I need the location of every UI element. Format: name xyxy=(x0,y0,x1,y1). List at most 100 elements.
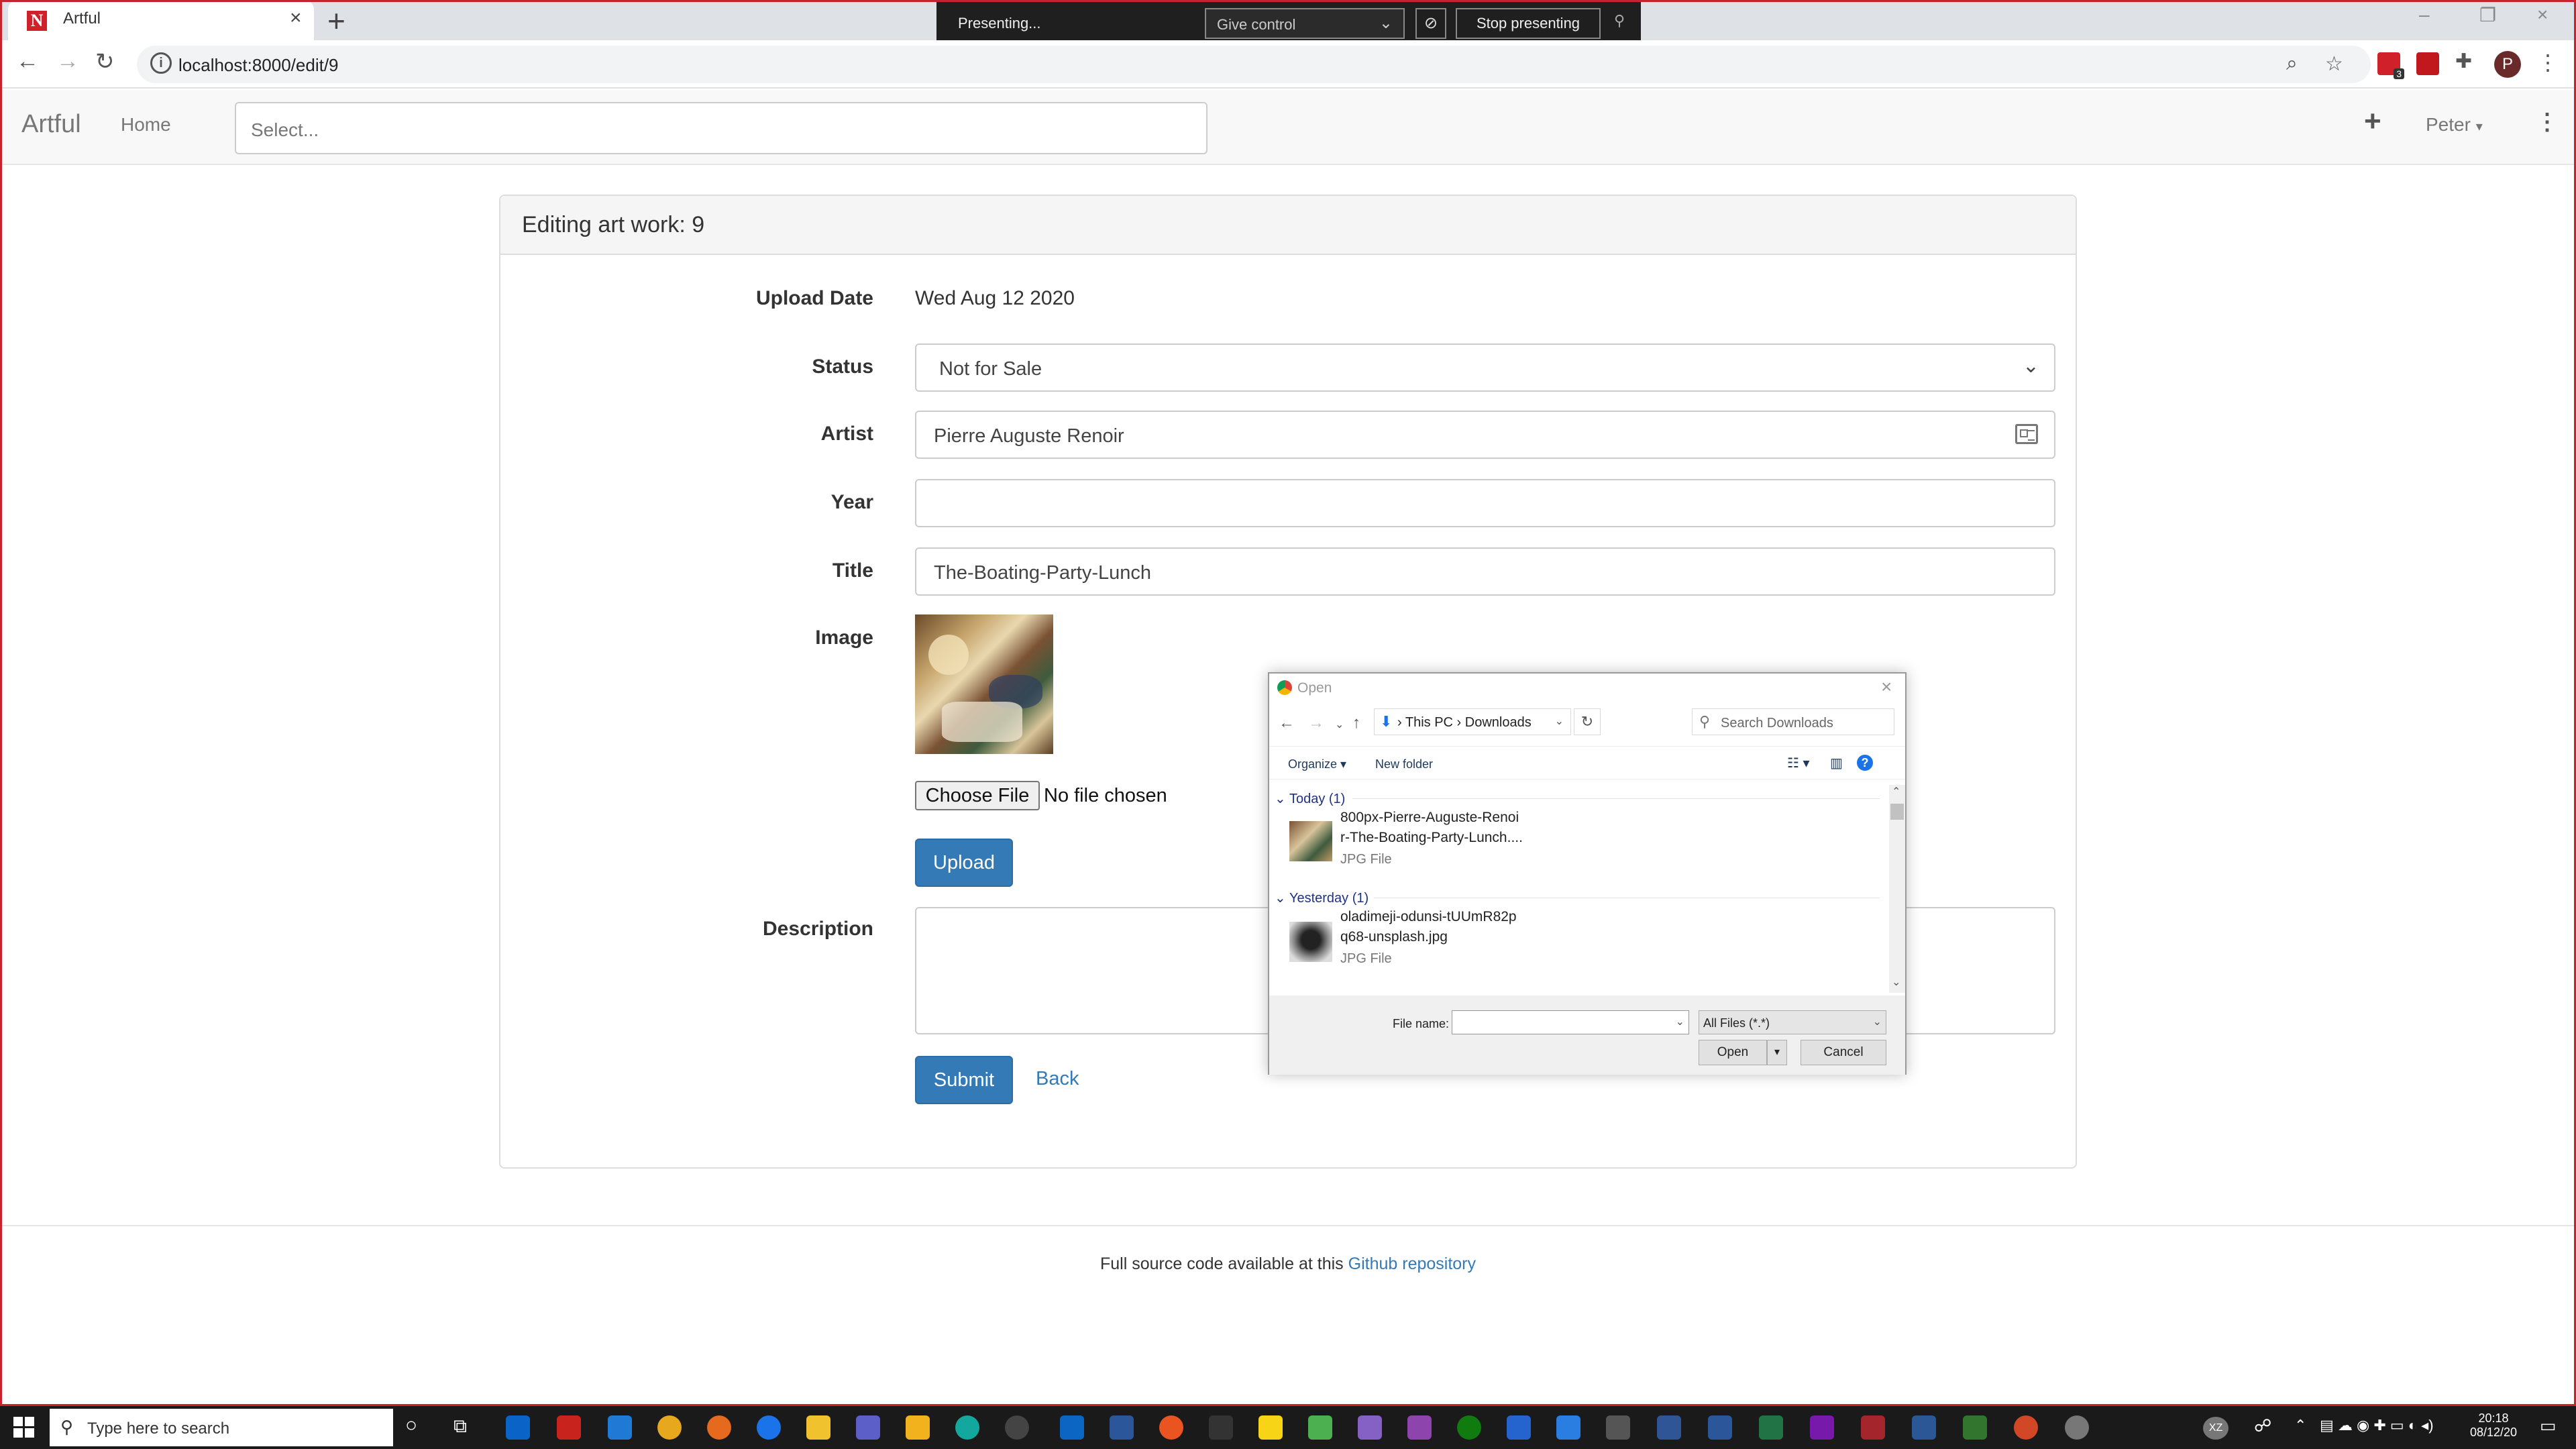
todo-icon[interactable] xyxy=(1507,1415,1531,1440)
lastpass-extension-icon[interactable]: 3 xyxy=(2377,52,2404,79)
hide-presenter-icon[interactable]: ⊘ xyxy=(1415,8,1446,39)
acrobat-extension-icon[interactable] xyxy=(2416,52,2439,75)
upload-button[interactable]: Upload xyxy=(915,839,1013,887)
extensions-puzzle-icon[interactable]: ✚ xyxy=(2455,50,2472,73)
bookmark-star-icon[interactable]: ☆ xyxy=(2325,52,2343,76)
github-repository-link[interactable]: Github repository xyxy=(1348,1254,1476,1273)
paint-icon[interactable] xyxy=(1556,1415,1580,1440)
site-info-icon[interactable]: i xyxy=(150,52,172,74)
notepad-icon[interactable] xyxy=(1308,1415,1332,1440)
ubuntu-icon[interactable] xyxy=(1159,1415,1183,1440)
dialog-search-input[interactable]: ⚲ Search Downloads xyxy=(1692,708,1894,735)
dialog-scrollbar[interactable]: ⌃ ⌄ xyxy=(1889,785,1905,993)
reload-icon[interactable]: ↻ xyxy=(95,48,115,75)
windows-start-icon[interactable] xyxy=(13,1417,35,1438)
close-window-icon[interactable]: × xyxy=(2537,4,2548,25)
excel-icon[interactable] xyxy=(1759,1415,1783,1440)
dialog-close-icon[interactable]: × xyxy=(1881,676,1892,698)
sketch-icon[interactable] xyxy=(906,1415,930,1440)
add-artwork-plus-icon[interactable]: + xyxy=(2364,105,2381,138)
address-bar[interactable]: i localhost:8000/edit/9 ⌕ ☆ xyxy=(137,46,2371,83)
firefox-icon[interactable] xyxy=(707,1415,731,1440)
path-this-pc[interactable]: This PC xyxy=(1405,715,1453,730)
people-icon[interactable]: ☍ xyxy=(2254,1415,2271,1436)
new-folder-button[interactable]: New folder xyxy=(1375,757,1433,771)
give-control-dropdown[interactable]: Give control ⌄ xyxy=(1205,8,1405,39)
task-view-icon[interactable]: ⧉ xyxy=(453,1415,467,1438)
user-menu[interactable]: Peter ▾ xyxy=(2426,114,2483,136)
new-tab-button[interactable]: + xyxy=(327,3,345,39)
taskbar-time[interactable]: 20:18 xyxy=(2463,1411,2524,1426)
navbar-search-select[interactable]: Select... xyxy=(235,102,1208,154)
dialog-path-bar[interactable]: ⬇ › This PC › Downloads ⌄ xyxy=(1374,708,1571,735)
organize-menu[interactable]: Organize ▾ xyxy=(1288,757,1346,771)
taskbar-date[interactable]: 08/12/20 xyxy=(2463,1426,2524,1440)
app-icon[interactable] xyxy=(1606,1415,1630,1440)
dialog-back-icon[interactable]: ← xyxy=(1279,714,1295,733)
scroll-up-icon[interactable]: ⌃ xyxy=(1892,785,1900,798)
taskbar-search-box[interactable]: ⚲ Type here to search xyxy=(50,1409,393,1446)
zoom-icon[interactable]: ⌕ xyxy=(2286,52,2298,75)
edge-icon[interactable] xyxy=(955,1415,979,1440)
chevron-down-icon[interactable]: ⌄ xyxy=(1676,1015,1684,1028)
help-icon[interactable]: ? xyxy=(1857,755,1873,771)
restore-window-icon[interactable]: ❐ xyxy=(2479,4,2496,26)
word-doc-icon[interactable] xyxy=(1708,1415,1732,1440)
onenote-purple-icon[interactable] xyxy=(1407,1415,1432,1440)
scrollbar-thumb[interactable] xyxy=(1890,804,1904,820)
sticky-notes-icon[interactable] xyxy=(1258,1415,1283,1440)
preview-pane-icon[interactable]: ▥ xyxy=(1830,755,1843,771)
project-icon[interactable] xyxy=(1963,1415,1987,1440)
dialog-open-button[interactable]: Open xyxy=(1699,1040,1767,1065)
notifications-icon[interactable]: ▭ xyxy=(2540,1415,2557,1436)
pin-icon[interactable]: ⚲ xyxy=(1614,12,1625,30)
contact-card-icon[interactable] xyxy=(2015,424,2038,444)
back-link[interactable]: Back xyxy=(1036,1068,1079,1090)
access-icon[interactable] xyxy=(1861,1415,1885,1440)
visual-studio-icon[interactable] xyxy=(1358,1415,1382,1440)
powerpoint-icon[interactable] xyxy=(2014,1415,2038,1440)
nav-home-link[interactable]: Home xyxy=(121,114,171,136)
app-brand[interactable]: Artful xyxy=(21,110,81,139)
user-initials-avatar[interactable]: XZ xyxy=(2203,1417,2229,1440)
tray-app-icons[interactable]: ▤ ☁ ◉ ✚ ▭ ◐ ◂) xyxy=(2320,1417,2434,1434)
back-arrow-icon[interactable]: ← xyxy=(16,48,39,74)
browser-menu-icon[interactable]: ⋮ xyxy=(2537,50,2559,75)
artist-input[interactable]: Pierre Auguste Renoir xyxy=(915,411,2055,459)
app-menu-icon[interactable]: ⋮ xyxy=(2536,109,2559,136)
dialog-forward-icon[interactable]: → xyxy=(1308,714,1324,733)
dialog-up-icon[interactable]: ↑ xyxy=(1352,714,1360,733)
scroll-down-icon[interactable]: ⌄ xyxy=(1892,975,1900,989)
active-app-icon[interactable] xyxy=(1005,1415,1029,1440)
file-type-select[interactable]: All Files (*.*) ⌄ xyxy=(1699,1010,1886,1034)
chrome-taskbar-icon[interactable] xyxy=(657,1415,682,1440)
view-options-icon[interactable]: ☷ ▾ xyxy=(1787,755,1810,771)
status-select[interactable]: Not for Sale ⌄ xyxy=(915,343,2055,392)
year-input[interactable] xyxy=(915,479,2055,527)
path-chevron-down-icon[interactable]: ⌄ xyxy=(1555,714,1564,728)
xbox-icon[interactable] xyxy=(1457,1415,1481,1440)
minimize-window-icon[interactable]: – xyxy=(2419,4,2430,25)
recent-locations-chevron-icon[interactable]: ⌄ xyxy=(1335,718,1344,731)
group-header-today[interactable]: ⌄ Today (1) xyxy=(1275,790,1345,807)
cortana-icon[interactable]: ○ xyxy=(405,1414,417,1437)
stop-presenting-button[interactable]: Stop presenting xyxy=(1456,8,1601,39)
browser-tab[interactable]: N Artful × xyxy=(8,0,314,40)
outlook-icon[interactable] xyxy=(506,1415,530,1440)
title-input[interactable]: The-Boating-Party-Lunch xyxy=(915,547,2055,596)
group-header-yesterday[interactable]: ⌄ Yesterday (1) xyxy=(1275,890,1368,906)
teams-icon[interactable] xyxy=(856,1415,880,1440)
dialog-refresh-icon[interactable]: ↻ xyxy=(1574,708,1601,735)
show-hidden-icons-chevron-icon[interactable]: ⌃ xyxy=(2294,1417,2306,1434)
firefox-dev-icon[interactable] xyxy=(757,1415,781,1440)
path-downloads[interactable]: Downloads xyxy=(1465,715,1532,730)
profile-avatar[interactable]: P xyxy=(2494,51,2521,78)
file-explorer-icon[interactable] xyxy=(806,1415,830,1440)
linkedin-icon[interactable] xyxy=(1060,1415,1084,1440)
dialog-cancel-button[interactable]: Cancel xyxy=(1801,1040,1886,1065)
open-options-arrow-icon[interactable]: ▾ xyxy=(1767,1040,1787,1065)
chrome-beta-icon[interactable] xyxy=(2065,1415,2089,1440)
choose-file-button[interactable]: Choose File xyxy=(915,781,1040,810)
tab-close-icon[interactable]: × xyxy=(290,7,302,30)
submit-button[interactable]: Submit xyxy=(915,1056,1013,1104)
